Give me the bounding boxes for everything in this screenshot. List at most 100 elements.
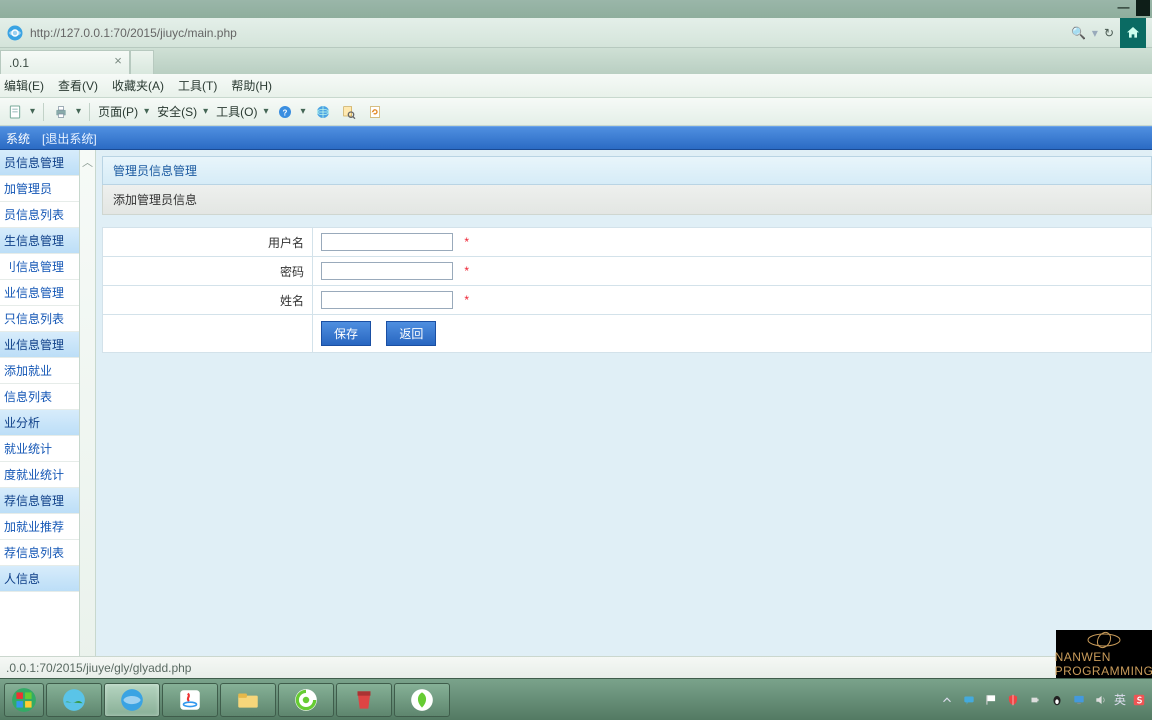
home-button[interactable] [1120, 18, 1146, 48]
main-area: 员信息管理加管理员员信息列表生信息管理刂信息管理业信息管理只信息列表业信息管理添… [0, 150, 1152, 678]
sidebar-item-11[interactable]: 就业统计 [0, 436, 79, 462]
tray-chat-icon[interactable] [960, 691, 978, 709]
tray-power-icon[interactable] [1026, 691, 1044, 709]
sidebar-item-2[interactable]: 员信息列表 [0, 202, 79, 228]
row-name: 姓名 * [103, 286, 1152, 315]
menu-bar: 编辑(E) 查看(V) 收藏夹(A) 工具(T) 帮助(H) [0, 74, 1152, 98]
password-label: 密码 [103, 257, 313, 286]
task-red-app[interactable] [336, 683, 392, 717]
sidebar-item-12[interactable]: 度就业统计 [0, 462, 79, 488]
help-icon[interactable]: ? [276, 103, 294, 121]
browser-tab[interactable]: .0.1 × [0, 50, 130, 74]
sidebar-item-8[interactable]: 添加就业 [0, 358, 79, 384]
sidebar-scroll[interactable]: ︿ ﹀ [80, 150, 96, 678]
refresh-icon[interactable]: ↻ [1104, 26, 1114, 40]
refresh-sheet-icon[interactable] [366, 103, 384, 121]
command-toolbar: ▾ ▾ 页面(P) ▾ 安全(S) ▾ 工具(O) ▾ ? ▾ [0, 98, 1152, 126]
sidebar-item-13[interactable]: 荐信息管理 [0, 488, 79, 514]
sidebar-item-1[interactable]: 加管理员 [0, 176, 79, 202]
sidebar-item-9[interactable]: 信息列表 [0, 384, 79, 410]
sysbar-logout-link[interactable]: [退出系统] [42, 130, 97, 147]
task-browser-world[interactable] [46, 683, 102, 717]
menu-view[interactable]: 查看(V) [58, 77, 98, 94]
password-input[interactable] [321, 262, 453, 280]
panel-subtitle: 添加管理员信息 [102, 185, 1152, 215]
address-bar: http://127.0.0.1:70/2015/jiuyc/main.php … [0, 18, 1152, 48]
window-minimize-button[interactable]: — [1117, 2, 1130, 15]
back-button[interactable]: 返回 [386, 321, 436, 346]
sidebar-item-16[interactable]: 人信息 [0, 566, 79, 592]
sidebar-item-5[interactable]: 业信息管理 [0, 280, 79, 306]
scroll-up-icon[interactable]: ︿ [82, 154, 93, 170]
toolbar-safety[interactable]: 安全(S) [157, 103, 197, 120]
task-explorer[interactable] [220, 683, 276, 717]
tray-penguin-icon[interactable] [1048, 691, 1066, 709]
doc-drop[interactable]: ▾ [30, 106, 35, 117]
panel-title: 管理员信息管理 [102, 156, 1152, 185]
url-text[interactable]: http://127.0.0.1:70/2015/jiuyc/main.php [30, 26, 1065, 40]
print-drop[interactable]: ▾ [76, 106, 81, 117]
tray-monitor-icon[interactable] [1070, 691, 1088, 709]
content-pane: 管理员信息管理 添加管理员信息 用户名 * 密码 * [96, 150, 1152, 678]
tray-flag-icon[interactable] [982, 691, 1000, 709]
system-tray: 英 [938, 691, 1148, 709]
sidebar-item-14[interactable]: 加就业推荐 [0, 514, 79, 540]
sidebar-item-3[interactable]: 生信息管理 [0, 228, 79, 254]
find-icon[interactable] [340, 103, 358, 121]
status-text: .0.0.1:70/2015/jiuye/gly/glyadd.php [6, 661, 191, 675]
sysbar-system-label: 系统 [6, 130, 30, 147]
form-table: 用户名 * 密码 * 姓名 [102, 227, 1152, 353]
task-leaf-app[interactable] [394, 683, 450, 717]
name-required-star: * [464, 293, 469, 307]
sidebar-item-6[interactable]: 只信息列表 [0, 306, 79, 332]
sidebar: 员信息管理加管理员员信息列表生信息管理刂信息管理业信息管理只信息列表业信息管理添… [0, 150, 80, 678]
tools-drop[interactable]: ▾ [263, 106, 268, 117]
status-bar: .0.0.1:70/2015/jiuye/gly/glyadd.php [0, 656, 1152, 678]
name-input[interactable] [321, 291, 453, 309]
start-button[interactable] [4, 683, 44, 717]
print-icon[interactable] [52, 103, 70, 121]
tray-volume-icon[interactable] [1092, 691, 1110, 709]
menu-favorites[interactable]: 收藏夹(A) [112, 77, 164, 94]
tray-chevron-icon[interactable] [938, 691, 956, 709]
panel: 管理员信息管理 添加管理员信息 用户名 * 密码 * [102, 156, 1152, 353]
toolbar-page[interactable]: 页面(P) [98, 103, 138, 120]
task-java[interactable] [162, 683, 218, 717]
sidebar-item-0[interactable]: 员信息管理 [0, 150, 79, 176]
task-ie[interactable] [104, 683, 160, 717]
toolbar-sep [43, 103, 44, 121]
menu-edit[interactable]: 编辑(E) [4, 77, 44, 94]
ie-icon [6, 24, 24, 42]
tray-shield-icon[interactable] [1004, 691, 1022, 709]
menu-tools[interactable]: 工具(T) [178, 77, 217, 94]
sidebar-item-4[interactable]: 刂信息管理 [0, 254, 79, 280]
window-restore-button[interactable] [1136, 0, 1150, 16]
row-username: 用户名 * [103, 228, 1152, 257]
tab-strip: .0.1 × [0, 48, 1152, 74]
username-input[interactable] [321, 233, 453, 251]
save-button[interactable]: 保存 [321, 321, 371, 346]
sidebar-item-10[interactable]: 业分析 [0, 410, 79, 436]
new-tab-button[interactable] [130, 50, 154, 74]
task-green-app[interactable] [278, 683, 334, 717]
safety-drop[interactable]: ▾ [203, 106, 208, 117]
svg-text:?: ? [283, 108, 288, 117]
window-titlebar: — [0, 0, 1152, 18]
globe-icon[interactable] [314, 103, 332, 121]
menu-help[interactable]: 帮助(H) [231, 77, 272, 94]
toolbar-sep-2 [89, 103, 90, 121]
tab-title: .0.1 [9, 56, 29, 70]
tray-ime-icon[interactable]: 英 [1114, 691, 1126, 709]
tray-sogou-icon[interactable] [1130, 691, 1148, 709]
sidebar-item-15[interactable]: 荐信息列表 [0, 540, 79, 566]
search-icon[interactable]: 🔍 [1071, 26, 1086, 40]
page-drop[interactable]: ▾ [144, 106, 149, 117]
row-password: 密码 * [103, 257, 1152, 286]
doc-icon[interactable] [6, 103, 24, 121]
toolbar-tools[interactable]: 工具(O) [216, 103, 257, 120]
taskbar: 英 [0, 678, 1152, 720]
tab-close-icon[interactable]: × [111, 55, 125, 69]
help-drop[interactable]: ▾ [300, 106, 305, 117]
sidebar-item-7[interactable]: 业信息管理 [0, 332, 79, 358]
password-required-star: * [464, 264, 469, 278]
